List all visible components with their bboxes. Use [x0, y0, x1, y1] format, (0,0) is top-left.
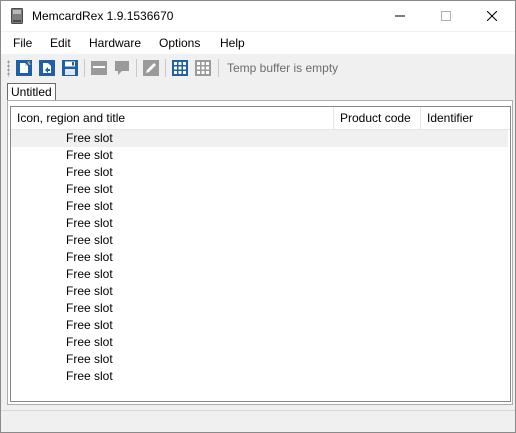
- tab-untitled[interactable]: Untitled: [7, 83, 56, 101]
- slot-title: Free slot: [66, 318, 113, 332]
- app-window: MemcardRex 1.9.1536670 File Edit Hardwar…: [0, 0, 516, 433]
- color-grid-icon[interactable]: [171, 59, 189, 77]
- list-item[interactable]: Free slot: [11, 317, 508, 334]
- menu-options[interactable]: Options: [159, 36, 200, 50]
- list-item[interactable]: Free slot: [11, 181, 508, 198]
- toolbar-grip[interactable]: [7, 60, 10, 77]
- list-item[interactable]: Free slot: [11, 249, 508, 266]
- menu-hardware[interactable]: Hardware: [89, 36, 141, 50]
- menu-edit[interactable]: Edit: [50, 36, 71, 50]
- slot-title: Free slot: [66, 199, 113, 213]
- list-item[interactable]: Free slot: [11, 232, 508, 249]
- edit-icon[interactable]: [142, 59, 160, 77]
- list-item[interactable]: Free slot: [11, 334, 508, 351]
- window-title: MemcardRex 1.9.1536670: [32, 9, 174, 23]
- toolbar-separator: [165, 59, 166, 77]
- list-item[interactable]: Free slot: [11, 198, 508, 215]
- toolbar-separator: [218, 59, 219, 77]
- list-item[interactable]: Free slot: [11, 130, 508, 147]
- menu-file[interactable]: File: [13, 36, 32, 50]
- list-item[interactable]: Free slot: [11, 215, 508, 232]
- slot-title: Free slot: [66, 216, 113, 230]
- list-rows: Free slot Free slot Free slot Free slot …: [11, 130, 510, 385]
- list-item[interactable]: Free slot: [11, 266, 508, 283]
- slot-title: Free slot: [66, 335, 113, 349]
- toolbar-separator: [84, 59, 85, 77]
- slot-title: Free slot: [66, 165, 113, 179]
- slot-title: Free slot: [66, 182, 113, 196]
- slot-title: Free slot: [66, 369, 113, 383]
- list-header: Icon, region and title Product code Iden…: [11, 107, 510, 130]
- edit-comment-icon[interactable]: [113, 59, 131, 77]
- status-bar: [1, 410, 515, 432]
- slot-title: Free slot: [66, 233, 113, 247]
- new-card-icon[interactable]: [15, 59, 33, 77]
- gray-grid-icon[interactable]: [194, 59, 212, 77]
- toolbar-separator: [136, 59, 137, 77]
- tab-panel: Icon, region and title Product code Iden…: [7, 100, 513, 405]
- save-slot-list[interactable]: Icon, region and title Product code Iden…: [10, 106, 511, 402]
- slot-title: Free slot: [66, 250, 113, 264]
- list-item[interactable]: Free slot: [11, 300, 508, 317]
- minimize-button[interactable]: [377, 1, 423, 31]
- maximize-button[interactable]: [423, 1, 469, 31]
- menu-help[interactable]: Help: [220, 36, 245, 50]
- slot-title: Free slot: [66, 148, 113, 162]
- column-header-identifier[interactable]: Identifier: [421, 107, 510, 129]
- list-item[interactable]: Free slot: [11, 283, 508, 300]
- memory-card-app-icon: [11, 8, 23, 24]
- temp-buffer-status: Temp buffer is empty: [227, 61, 339, 75]
- slot-title: Free slot: [66, 284, 113, 298]
- slot-title: Free slot: [66, 131, 113, 145]
- slot-title: Free slot: [66, 301, 113, 315]
- list-item[interactable]: Free slot: [11, 147, 508, 164]
- list-item[interactable]: Free slot: [11, 351, 508, 368]
- open-card-icon[interactable]: [38, 59, 56, 77]
- title-bar[interactable]: MemcardRex 1.9.1536670: [1, 1, 515, 31]
- toolbar: Temp buffer is empty: [1, 55, 515, 81]
- list-item[interactable]: Free slot: [11, 164, 508, 181]
- list-item[interactable]: Free slot: [11, 368, 508, 385]
- column-header-icon-region-title[interactable]: Icon, region and title: [11, 107, 334, 129]
- slot-title: Free slot: [66, 352, 113, 366]
- column-header-product-code[interactable]: Product code: [334, 107, 421, 129]
- slot-title: Free slot: [66, 267, 113, 281]
- edit-header-icon[interactable]: [90, 59, 108, 77]
- menu-bar: File Edit Hardware Options Help: [1, 32, 515, 54]
- save-card-icon[interactable]: [61, 59, 79, 77]
- close-button[interactable]: [469, 1, 515, 31]
